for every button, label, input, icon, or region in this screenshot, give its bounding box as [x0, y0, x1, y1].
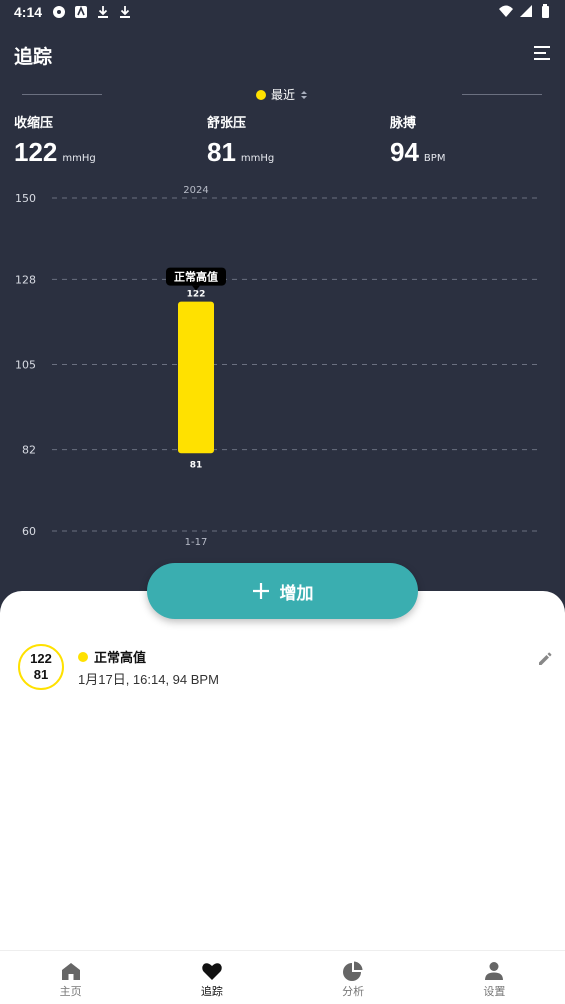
record-status: 正常高值 — [94, 651, 147, 666]
filter-label: 最近 — [271, 88, 296, 102]
add-record-button[interactable]: 增加 — [147, 563, 418, 619]
y-tick-label: 60 — [22, 525, 36, 538]
add-button-label: 增加 — [279, 583, 314, 604]
stat-label: 舒张压 — [207, 116, 247, 131]
divider — [462, 94, 542, 95]
edit-icon[interactable] — [537, 651, 553, 667]
records-sheet: 122 81 正常高值 1月17日, 16:14, 94 BPM — [0, 591, 565, 1004]
filter-row: 最近 — [0, 84, 565, 106]
home-icon — [61, 963, 80, 980]
x-tick-label: 1-17 — [185, 537, 208, 548]
tooltip-text: 正常高值 — [174, 270, 218, 284]
y-tick-label: 105 — [15, 359, 36, 372]
page-title: 追踪 — [14, 46, 53, 68]
systolic-value: 122 — [30, 651, 52, 666]
download-icon — [98, 6, 108, 18]
filter-dropdown[interactable]: 最近 — [256, 86, 308, 103]
stat-label: 脉搏 — [390, 116, 417, 131]
stat-unit: mmHg — [240, 153, 275, 164]
signal-icon — [520, 5, 532, 17]
menu-icon[interactable] — [533, 44, 551, 62]
bp-chart[interactable]: 2024 150 128 105 82 60 122 81 正常高值 1-17 — [0, 180, 565, 560]
stat-value: 94 — [390, 137, 419, 167]
sort-icon — [301, 90, 308, 99]
status-bar: 4:14 — [0, 0, 565, 26]
app-header: 追踪 — [0, 34, 565, 74]
stat-value: 122 — [14, 137, 58, 167]
y-tick-label: 82 — [22, 444, 36, 457]
nav-label: 分析 — [342, 985, 365, 998]
notification-icons — [52, 5, 132, 19]
person-icon — [485, 962, 504, 980]
bp-range-bar — [178, 301, 214, 454]
nav-label: 追踪 — [200, 985, 223, 998]
app-icon — [75, 5, 87, 18]
bar-low-label: 81 — [190, 460, 203, 470]
system-icons — [499, 4, 553, 18]
stats-summary: 收缩压 122 mmHg 舒张压 81 mmHg 脉搏 94 BPM — [0, 112, 565, 172]
bottom-nav: 主页 追踪 分析 设置 — [0, 950, 565, 1004]
y-tick-label: 128 — [15, 273, 36, 286]
battery-icon — [542, 4, 549, 18]
status-time: 4:14 — [14, 4, 43, 20]
diastolic-value: 81 — [33, 667, 49, 682]
y-tick-label: 150 — [15, 192, 36, 205]
stat-unit: BPM — [423, 153, 446, 164]
list-item[interactable]: 122 81 正常高值 1月17日, 16:14, 94 BPM — [18, 644, 553, 700]
wifi-icon — [499, 5, 513, 17]
record-detail: 1月17日, 16:14, 94 BPM — [78, 672, 219, 687]
bp-chart-svg: 2024 150 128 105 82 60 122 81 正常高值 1-17 — [15, 185, 540, 548]
download-icon — [120, 6, 130, 18]
chart-year-label: 2024 — [183, 185, 208, 196]
stat-pulse: 脉搏 94 BPM — [390, 112, 445, 168]
nav-label: 设置 — [483, 985, 506, 998]
notification-icon — [53, 6, 65, 18]
nav-item-settings[interactable]: 设置 — [424, 951, 565, 1004]
bp-badge: 122 81 — [18, 644, 64, 690]
nav-item-tracking[interactable]: 追踪 — [141, 951, 282, 1004]
nav-item-analysis[interactable]: 分析 — [283, 951, 424, 1004]
stat-systolic: 收缩压 122 mmHg — [14, 112, 96, 168]
bar-high-label: 122 — [187, 290, 206, 300]
divider — [22, 94, 102, 95]
plus-icon — [252, 583, 269, 599]
nav-item-home[interactable]: 主页 — [0, 951, 141, 1004]
heart-icon — [202, 963, 222, 980]
stat-value: 81 — [207, 137, 236, 167]
pie-chart-icon — [343, 961, 363, 981]
status-dot — [256, 89, 266, 100]
stat-unit: mmHg — [62, 153, 96, 164]
status-dot — [78, 651, 88, 662]
stat-label: 收缩压 — [14, 116, 54, 131]
stat-diastolic: 舒张压 81 mmHg — [207, 112, 274, 168]
nav-label: 主页 — [59, 985, 82, 998]
